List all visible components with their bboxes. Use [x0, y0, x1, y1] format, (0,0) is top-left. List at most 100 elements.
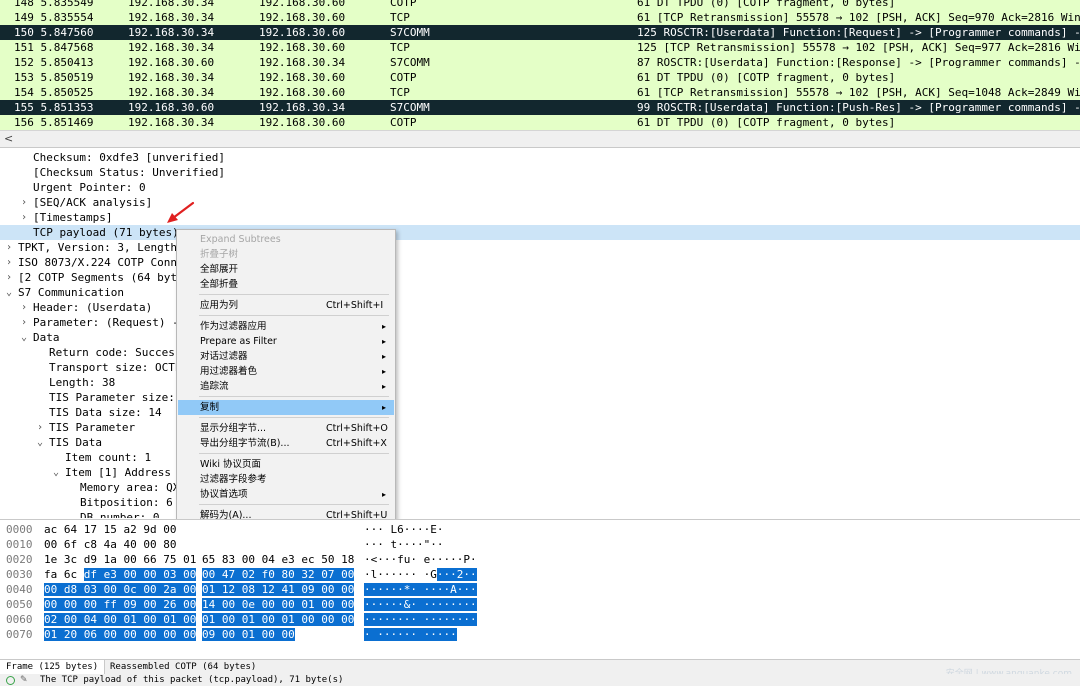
tree-row[interactable]: › ISO 8073/X.224 COTP Conne — [0, 255, 1080, 270]
expand-arrow-icon[interactable]: › — [4, 240, 14, 255]
hex-bytes[interactable]: 02 00 04 00 01 00 01 00 — [44, 612, 197, 627]
packet-row[interactable]: 153 5.850519 192.168.30.34 192.168.30.60 CO… — [0, 70, 1080, 85]
hex-bytes[interactable]: 01 20 06 00 00 00 00 00 — [44, 627, 197, 642]
context-menu-item[interactable]: 对话过滤器 ▸ — [178, 349, 394, 364]
context-menu-item[interactable]: 显示分组字节... Ctrl+Shift+O — [178, 421, 394, 436]
hex-ascii[interactable]: · ······ ····· — [364, 627, 457, 642]
hex-ascii[interactable]: ··· t····"·· — [364, 537, 443, 552]
packet-row[interactable]: 154 5.850525 192.168.30.34 192.168.30.60 TC… — [0, 85, 1080, 100]
hex-bytes[interactable]: ac 64 17 15 a2 9d 00 — [44, 522, 177, 537]
hex-bytes[interactable]: 01 00 01 00 01 00 00 00 — [202, 612, 355, 627]
tree-row[interactable]: › [2 COTP Segments (64 byte — [0, 270, 1080, 285]
packet-list-horizontal-scrollbar[interactable]: < — [0, 130, 1080, 148]
context-menu-item[interactable]: 复制 ▸ — [178, 400, 394, 415]
collapse-arrow-icon[interactable]: ⌄ — [51, 465, 61, 480]
tree-row[interactable]: Return code: Success — [0, 345, 1080, 360]
tree-row[interactable]: › [Timestamps] — [0, 210, 1080, 225]
tree-row[interactable]: Checksum: 0xdfe3 [unverified] — [0, 150, 1080, 165]
context-menu-item[interactable]: 追踪流 ▸ — [178, 379, 394, 394]
hex-row[interactable]: 0010 00 6f c8 4a 40 00 80 ··· t····"·· — [0, 537, 1080, 552]
tree-row[interactable]: Length: 38 — [0, 375, 1080, 390]
tree-row[interactable]: TCP payload (71 bytes) — [0, 225, 1080, 240]
tree-row[interactable]: ⌄ Item [1] Address t — [0, 465, 1080, 480]
hex-ascii[interactable]: ·l······ ·G···2·· — [364, 567, 477, 582]
context-menu[interactable]: Expand Subtrees 折叠子树 全部展开 全部折叠 应用为列 Ctrl+Shif… — [176, 229, 396, 553]
tree-row[interactable]: Urgent Pointer: 0 — [0, 180, 1080, 195]
collapse-arrow-icon[interactable]: ⌄ — [4, 285, 14, 300]
tree-row[interactable]: › TPKT, Version: 3, Length: — [0, 240, 1080, 255]
tree-row[interactable]: TIS Data size: 14 — [0, 405, 1080, 420]
packet-bytes-pane[interactable]: 0000 ac 64 17 15 a2 9d 00 ··· L6····E· 0010… — [0, 519, 1080, 660]
expand-arrow-icon[interactable]: › — [35, 420, 45, 435]
tree-row[interactable]: [Checksum Status: Unverified] — [0, 165, 1080, 180]
context-menu-item[interactable]: 用过滤器着色 ▸ — [178, 364, 394, 379]
packet-row[interactable]: 156 5.851469 192.168.30.34 192.168.30.60 CO… — [0, 115, 1080, 130]
hex-row[interactable]: 0020 1e 3c d9 1a 00 66 75 01 65 83 00 04 e… — [0, 552, 1080, 567]
hex-ascii[interactable]: ······&· ········ — [364, 597, 477, 612]
context-menu-item[interactable]: 导出分组字节流(B)... Ctrl+Shift+X — [178, 436, 394, 451]
hex-bytes[interactable]: 00 6f c8 4a 40 00 80 — [44, 537, 177, 552]
hex-row[interactable]: 0000 ac 64 17 15 a2 9d 00 ··· L6····E· — [0, 522, 1080, 537]
packet-row[interactable]: 155 5.851353 192.168.30.60 192.168.30.34 S7… — [0, 100, 1080, 115]
hex-bytes[interactable]: 1e 3c d9 1a 00 66 75 01 — [44, 552, 196, 567]
ready-status-icon[interactable] — [6, 676, 15, 685]
hex-ascii[interactable]: ··· L6····E· — [364, 522, 443, 537]
tree-row[interactable]: › Header: (Userdata) — [0, 300, 1080, 315]
packet-row[interactable]: 149 5.835554 192.168.30.34 192.168.30.60 TC… — [0, 10, 1080, 25]
context-menu-item[interactable]: 作为过滤器应用 ▸ — [178, 319, 394, 334]
packet-details-tree[interactable]: Checksum: 0xdfe3 [unverified] [Checksum S… — [0, 150, 1080, 518]
expand-arrow-icon[interactable]: › — [19, 210, 29, 225]
tree-row[interactable]: Bitposition: 6 — [0, 495, 1080, 510]
packet-row[interactable]: 148 5.835549 192.168.30.34 192.168.30.60 CO… — [0, 0, 1080, 10]
packet-row[interactable]: 151 5.847568 192.168.30.34 192.168.30.60 TC… — [0, 40, 1080, 55]
context-menu-item[interactable]: 过滤器字段参考 — [178, 472, 394, 487]
expand-arrow-icon[interactable]: › — [19, 195, 29, 210]
hex-row[interactable]: 0040 00 d8 03 00 0c 00 2a 00 01 12 08 12 4… — [0, 582, 1080, 597]
hex-bytes[interactable]: 00 00 00 ff 09 00 26 00 — [44, 597, 197, 612]
context-menu-item[interactable]: 应用为列 Ctrl+Shift+I — [178, 298, 394, 313]
context-menu-item[interactable]: Prepare as Filter ▸ — [178, 334, 394, 349]
expand-arrow-icon[interactable]: › — [19, 300, 29, 315]
tree-row[interactable]: Item count: 1 — [0, 450, 1080, 465]
context-menu-item[interactable]: 协议首选项 ▸ — [178, 487, 394, 502]
tab-frame[interactable]: Frame (125 bytes) — [0, 660, 106, 674]
hex-ascii[interactable]: ······*· ····A··· — [364, 582, 477, 597]
packet-list[interactable]: 148 5.835549 192.168.30.34 192.168.30.60 CO… — [0, 0, 1080, 130]
hex-bytes[interactable]: 00 47 02 f0 80 32 07 00 — [202, 567, 355, 582]
edit-comment-icon[interactable]: ✎ — [20, 674, 28, 686]
tree-row[interactable]: Memory area: QX — [0, 480, 1080, 495]
expand-arrow-icon[interactable]: › — [19, 315, 29, 330]
tree-row[interactable]: ⌄ Data — [0, 330, 1080, 345]
tree-row[interactable]: Transport size: OCTET — [0, 360, 1080, 375]
tree-row[interactable]: DB number: 0 — [0, 510, 1080, 518]
hex-ascii[interactable]: ········ ········ — [364, 612, 477, 627]
expand-arrow-icon[interactable]: › — [4, 270, 14, 285]
hex-row[interactable]: 0070 01 20 06 00 00 00 00 00 09 00 01 00 0… — [0, 627, 1080, 642]
hex-bytes[interactable]: 01 12 08 12 41 09 00 00 — [202, 582, 355, 597]
tree-row[interactable]: TIS Parameter size: — [0, 390, 1080, 405]
tree-row[interactable]: › Parameter: (Request) -> — [0, 315, 1080, 330]
hex-bytes[interactable]: 09 00 01 00 00 — [202, 627, 295, 642]
hex-bytes[interactable]: 00 d8 03 00 0c 00 2a 00 — [44, 582, 197, 597]
tab-reassembled-cotp[interactable]: Reassembled COTP (64 bytes) — [104, 660, 262, 674]
expand-arrow-icon[interactable]: › — [4, 255, 14, 270]
collapse-arrow-icon[interactable]: ⌄ — [35, 435, 45, 450]
hex-row[interactable]: 0050 00 00 00 ff 09 00 26 00 14 00 0e 00 0… — [0, 597, 1080, 612]
packet-row[interactable]: 150 5.847560 192.168.30.34 192.168.30.60 S7… — [0, 25, 1080, 40]
collapse-arrow-icon[interactable]: ⌄ — [19, 330, 29, 345]
hex-ascii[interactable]: ·<···fu· e·····P· — [364, 552, 477, 567]
context-menu-item[interactable]: 全部折叠 — [178, 277, 394, 292]
scroll-left-arrow-icon[interactable]: < — [4, 131, 13, 147]
hex-row[interactable]: 0030 fa 6c df e3 00 00 03 00 00 47 02 f0 8… — [0, 567, 1080, 582]
hex-row[interactable]: 0060 02 00 04 00 01 00 01 00 01 00 01 00 0… — [0, 612, 1080, 627]
context-menu-item[interactable]: 全部展开 — [178, 262, 394, 277]
packet-row[interactable]: 152 5.850413 192.168.30.60 192.168.30.34 S7… — [0, 55, 1080, 70]
tree-row[interactable]: › TIS Parameter — [0, 420, 1080, 435]
tree-row[interactable]: ⌄ TIS Data — [0, 435, 1080, 450]
hex-bytes[interactable]: fa 6c df e3 00 00 03 00 — [44, 567, 197, 582]
tree-row[interactable]: ⌄ S7 Communication — [0, 285, 1080, 300]
context-menu-item[interactable]: Wiki 协议页面 — [178, 457, 394, 472]
hex-bytes[interactable]: 65 83 00 04 e3 ec 50 18 — [202, 552, 354, 567]
tree-row[interactable]: › [SEQ/ACK analysis] — [0, 195, 1080, 210]
hex-bytes[interactable]: 14 00 0e 00 00 01 00 00 — [202, 597, 355, 612]
